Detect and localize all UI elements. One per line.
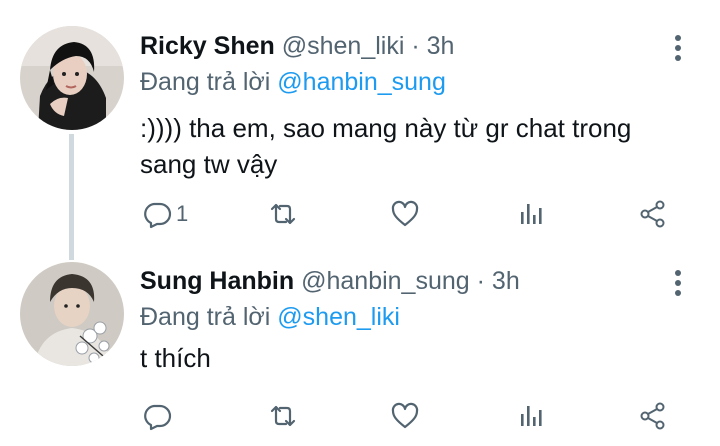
like-button[interactable]	[390, 396, 420, 436]
retweet-button[interactable]	[268, 396, 298, 436]
more-vertical-icon	[675, 270, 681, 296]
tweet[interactable]: Sung Hanbin @hanbin_sung · 3h Đang trả l…	[0, 0, 720, 446]
timestamp[interactable]: 3h	[492, 267, 520, 295]
views-button[interactable]	[516, 396, 546, 436]
reply-button[interactable]	[142, 396, 176, 436]
reply-icon	[144, 404, 172, 431]
replying-to-label: Đang trả lời	[140, 303, 271, 331]
avatar[interactable]	[20, 262, 124, 366]
tweet-text: t thích	[140, 343, 211, 373]
display-name[interactable]: Sung Hanbin	[140, 267, 294, 295]
user-handle[interactable]: @hanbin_sung	[301, 267, 470, 295]
separator-dot: ·	[476, 267, 485, 295]
replying-to: Đang trả lời @shen_liki	[140, 302, 400, 332]
share-icon	[640, 402, 665, 430]
retweet-icon	[270, 405, 296, 427]
reply-mention-link[interactable]: @shen_liki	[277, 303, 400, 331]
more-options-button[interactable]	[670, 268, 686, 298]
share-button[interactable]	[638, 396, 668, 436]
tweet-actions	[140, 396, 700, 436]
tweet-header: Sung Hanbin @hanbin_sung · 3h	[140, 266, 520, 296]
analytics-icon	[521, 406, 542, 426]
heart-icon	[391, 402, 419, 429]
